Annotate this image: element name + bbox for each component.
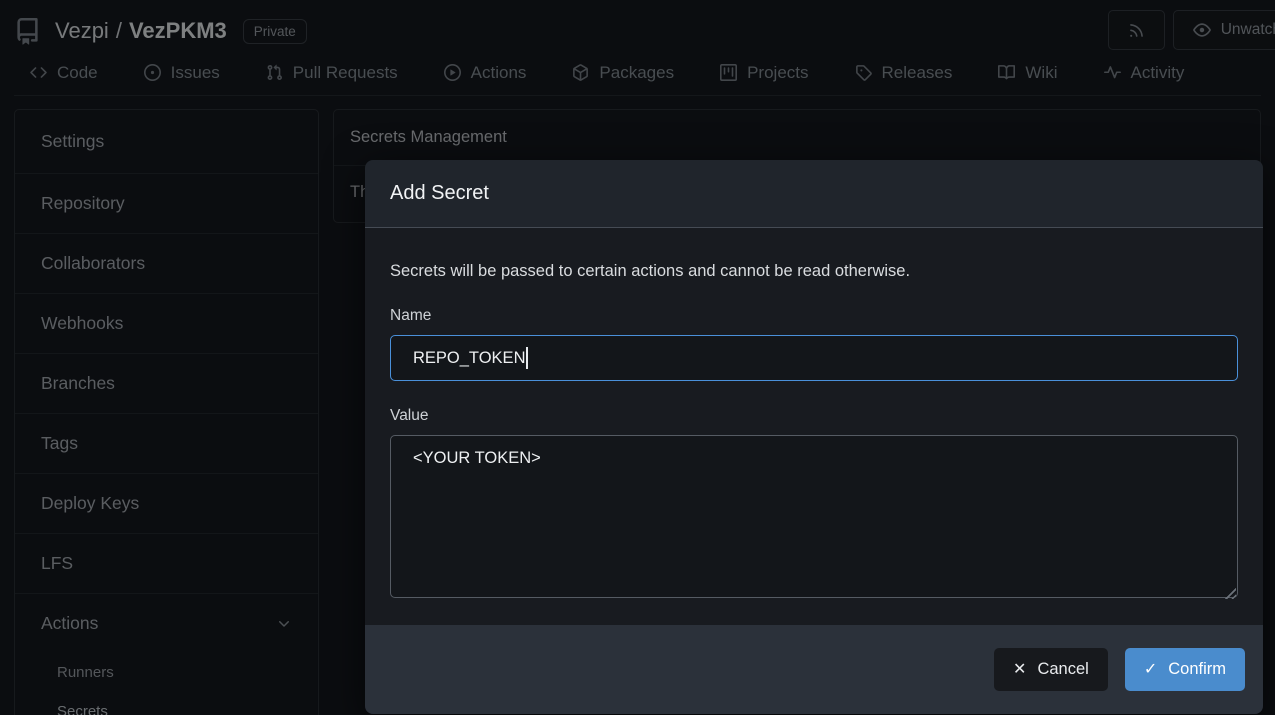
text-cursor: [526, 347, 528, 369]
name-label: Name: [390, 307, 1238, 325]
modal-description: Secrets will be passed to certain action…: [390, 262, 1238, 281]
add-secret-modal: Add Secret Secrets will be passed to cer…: [365, 160, 1263, 714]
modal-footer: ✕ Cancel ✓ Confirm: [365, 625, 1263, 714]
secret-name-input[interactable]: REPO_TOKEN: [390, 335, 1238, 381]
x-icon: ✕: [1013, 662, 1026, 678]
modal-body: Secrets will be passed to certain action…: [365, 228, 1263, 625]
modal-header: Add Secret: [365, 160, 1263, 228]
secret-value-textarea[interactable]: <YOUR TOKEN>: [390, 435, 1238, 598]
secret-name-value: REPO_TOKEN: [413, 349, 525, 368]
check-icon: ✓: [1144, 662, 1157, 678]
value-label: Value: [390, 407, 1238, 425]
modal-title: Add Secret: [390, 182, 489, 205]
cancel-button[interactable]: ✕ Cancel: [994, 648, 1108, 691]
confirm-button[interactable]: ✓ Confirm: [1125, 648, 1245, 691]
